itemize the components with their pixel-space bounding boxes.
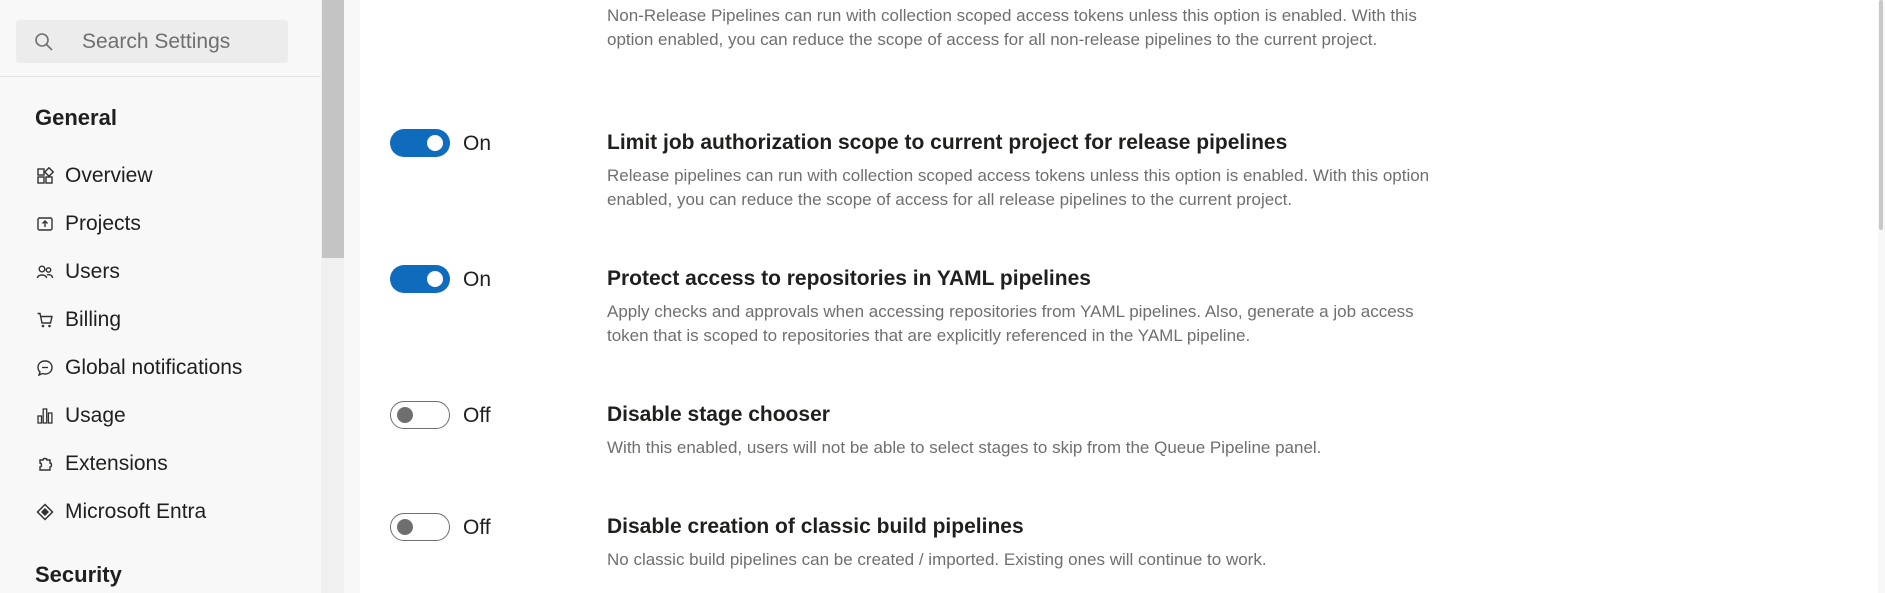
- setting-description: Release pipelines can run with collectio…: [607, 166, 1430, 209]
- users-icon: [36, 265, 54, 279]
- toggle-state-label: On: [463, 132, 492, 155]
- sidebar-item-label: Global notifications: [65, 356, 243, 379]
- settings-main-panel: Non-Release Pipelines can run with colle…: [360, 0, 1878, 593]
- sidebar-item-users[interactable]: Users: [36, 257, 296, 287]
- classic-build-toggle[interactable]: [390, 513, 450, 541]
- security-heading: Security: [35, 562, 122, 587]
- sidebar-item-overview[interactable]: Overview: [36, 161, 296, 191]
- entra-icon: [36, 503, 54, 521]
- sidebar-divider: [0, 76, 321, 77]
- toggle-state-label: Off: [463, 516, 491, 539]
- toggle-knob: [427, 271, 443, 287]
- sidebar-item-label: Projects: [65, 212, 141, 235]
- search-input[interactable]: Search Settings: [82, 20, 230, 63]
- toggle-knob: [397, 407, 413, 423]
- sidebar-item-usage[interactable]: Usage: [36, 401, 296, 431]
- sidebar-item-label: Overview: [65, 164, 153, 187]
- setting-title: Disable creation of classic build pipeli…: [607, 515, 1024, 538]
- setting-title: Limit job authorization scope to current…: [607, 131, 1288, 154]
- usage-icon: [37, 408, 53, 424]
- sidebar-scrollbar-thumb[interactable]: [322, 0, 344, 258]
- setting-description: Apply checks and approvals when accessin…: [607, 302, 1414, 345]
- sidebar-item-label: Microsoft Entra: [65, 500, 207, 523]
- projects-icon: [37, 217, 53, 231]
- general-heading: General: [35, 105, 117, 130]
- toggle-knob: [427, 135, 443, 151]
- sidebar-item-label: Billing: [65, 308, 122, 331]
- sidebar-item-global-notifications[interactable]: Global notifications: [36, 353, 296, 383]
- setting-title: Disable stage chooser: [607, 403, 830, 426]
- setting-description: With this enabled, users will not be abl…: [607, 438, 1322, 457]
- notifications-icon: [37, 360, 53, 377]
- sidebar-item-microsoft-entra[interactable]: Microsoft Entra: [36, 497, 296, 527]
- stage-chooser-toggle[interactable]: [390, 401, 450, 429]
- setting-description: No classic build pipelines can be create…: [607, 550, 1267, 569]
- release-scope-toggle[interactable]: [390, 129, 450, 157]
- sidebar-item-label: Users: [65, 260, 120, 283]
- toggle-state-label: On: [463, 268, 492, 291]
- settings-sidebar: Search Settings General Overview Project…: [0, 0, 321, 593]
- protect-repos-toggle[interactable]: [390, 265, 450, 293]
- search-box[interactable]: Search Settings: [16, 20, 288, 63]
- setting-title: Protect access to repositories in YAML p…: [607, 267, 1091, 290]
- sidebar-item-extensions[interactable]: Extensions: [36, 449, 296, 479]
- sidebar-item-billing[interactable]: Billing: [36, 305, 296, 335]
- setting-description: Non-Release Pipelines can run with colle…: [607, 6, 1417, 49]
- cart-icon: [37, 312, 53, 328]
- sidebar-item-label: Extensions: [65, 452, 168, 475]
- extensions-icon: [39, 457, 53, 471]
- search-icon: [35, 33, 53, 51]
- toggle-knob: [397, 519, 413, 535]
- sidebar-item-projects[interactable]: Projects: [36, 209, 296, 239]
- sidebar-item-label: Usage: [65, 404, 126, 427]
- overview-icon: [37, 167, 54, 184]
- toggle-state-label: Off: [463, 404, 491, 427]
- main-scrollbar-thumb[interactable]: [1879, 0, 1883, 230]
